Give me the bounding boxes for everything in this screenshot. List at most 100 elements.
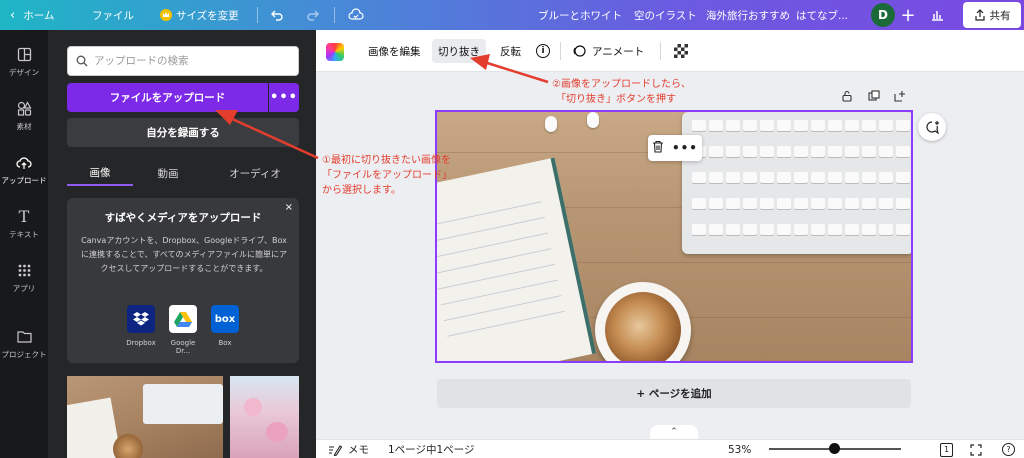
dropbox-connect[interactable]: Dropbox [121,305,161,347]
tab-images[interactable]: 画像 [67,160,133,186]
page-grid-button[interactable]: 1 [940,440,953,458]
save-status[interactable] [348,0,364,30]
divider [560,42,561,60]
undo-button[interactable] [270,0,284,30]
notebook-image [437,157,597,361]
ruled-line [437,201,542,228]
divider [334,7,335,23]
keyboard-key [692,172,706,183]
keyboard-key [862,198,876,209]
trash-icon[interactable] [652,140,664,156]
bar-chart-icon [932,11,943,21]
add-page-button[interactable]: + ページを追加 [437,379,911,408]
notes-icon [329,444,342,456]
keyboard-key [896,224,910,235]
tab-audio[interactable]: オーディオ [213,160,297,186]
resize-button[interactable]: サイズを変更 [160,0,239,30]
notes-label: メモ [348,444,369,456]
animate-button[interactable]: アニメート [572,39,644,63]
tag-2[interactable]: 空のイラスト [634,0,697,30]
context-toolbar: 画像を編集 切り抜き 反転 i アニメート [316,30,1024,72]
page-count: 1ページ中1ページ [388,444,475,456]
animate-icon [573,45,586,57]
undo-icon [271,10,283,21]
cloud-check-icon [348,8,364,20]
tab-videos[interactable]: 動画 [137,160,199,186]
add-comment-button[interactable] [918,113,946,141]
page-number-badge: 1 [940,442,953,457]
coffee-surface [605,292,681,361]
keyboard-key [828,172,842,183]
keyboard-key [879,146,893,157]
transparency-icon[interactable] [674,44,688,58]
rail-label: アプリ [12,283,36,293]
keyboard-key [709,146,723,157]
more-options-icon[interactable]: ••• [672,141,698,155]
search-box[interactable] [67,46,299,76]
info-button[interactable]: i [536,39,550,63]
box-connect[interactable]: box Box [205,305,245,347]
duplicate-page-icon[interactable] [868,90,880,105]
crop-button[interactable]: 切り抜き [432,39,486,63]
add-member-icon[interactable]: + [898,3,918,27]
tag-4[interactable]: はてなブ... [796,0,848,30]
zoom-slider-handle[interactable] [828,443,840,454]
rail-label: デザイン [9,67,39,77]
file-menu[interactable]: ファイル [92,0,134,30]
color-picker-icon[interactable] [326,43,344,61]
notes-button[interactable]: メモ [328,440,369,458]
uploads-panel: ファイルをアップロード ••• 自分を録画する 画像 動画 オーディオ × すば… [48,30,316,458]
rail-item-apps[interactable]: アプリ [0,254,48,302]
annotation-line: 「ファイルをアップロード」 [322,170,452,181]
flip-button[interactable]: 反転 [500,39,521,63]
fullscreen-button[interactable] [970,440,982,458]
keyboard-image [682,112,911,254]
tag-1[interactable]: ブルーとホワイト [538,0,622,30]
keyboard-key [777,198,791,209]
layout-icon [16,47,32,63]
share-upload-icon [974,9,985,21]
keyboard-key [862,224,876,235]
rail-item-elements[interactable]: 素材 [0,92,48,140]
earbud-image [587,112,599,128]
edit-image-button[interactable]: 画像を編集 [368,39,421,63]
rail-item-uploads[interactable]: アップロード [0,146,48,194]
chevron-up-icon[interactable]: ⌃ [650,425,698,439]
keyboard-key [828,146,842,157]
keyboard-key [845,146,859,157]
uploaded-image-thumbnail[interactable] [67,376,223,458]
annotation-line: ②画像をアップロードしたら、 [552,79,691,90]
home-link[interactable]: ‹ ホーム [10,0,54,30]
rail-item-text[interactable]: T テキスト [0,200,48,248]
text-icon: T [18,207,30,226]
crown-icon [160,9,172,21]
upload-more-button[interactable]: ••• [269,83,299,112]
search-input[interactable] [94,55,294,67]
redo-icon [307,10,319,21]
keyboard-key [743,198,757,209]
add-page-icon[interactable] [894,90,906,105]
lock-icon[interactable] [841,90,853,105]
keyboard-key [794,146,808,157]
folder-icon [16,329,32,345]
uploaded-image-thumbnail[interactable] [230,376,299,458]
redo-button[interactable] [306,0,320,30]
keyboard-key [726,146,740,157]
avatar[interactable]: D [871,3,895,27]
google-drive-connect[interactable]: Google Dr... [163,305,203,355]
service-label: Box [218,339,232,347]
insights-button[interactable] [930,0,944,30]
upload-files-button[interactable]: ファイルをアップロード [67,83,268,112]
keyboard-key [709,120,723,131]
shapes-icon [16,101,32,117]
tag-3[interactable]: 海外旅行おすすめ [706,0,790,30]
help-button[interactable]: ? [1002,440,1015,458]
keyboard-key [760,120,774,131]
blossom-image [244,398,262,416]
rail-item-design[interactable]: デザイン [0,38,48,86]
animate-label: アニメート [592,45,645,58]
rail-item-projects[interactable]: プロジェクト [0,320,48,368]
share-button[interactable]: 共有 [963,2,1021,28]
record-yourself-button[interactable]: 自分を録画する [67,118,299,147]
canva-editor: ‹ ホーム ファイル サイズを変更 ブルーとホワイト 空のイラスト 海外旅行おす… [0,0,1024,458]
